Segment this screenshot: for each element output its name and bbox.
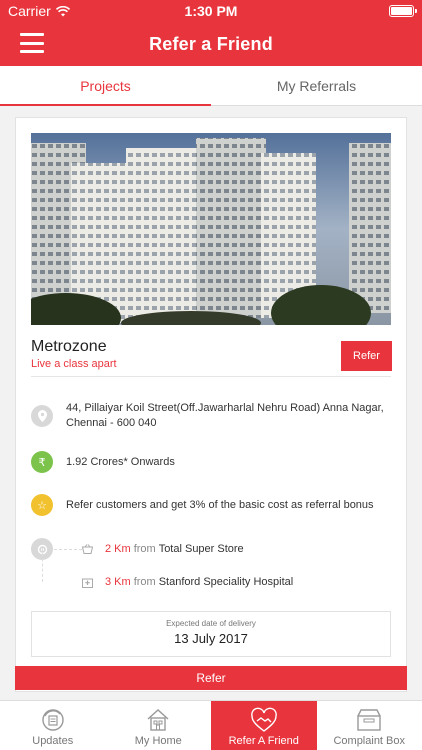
delivery-label: Expected date of delivery [166,619,256,628]
basket-icon [81,543,93,555]
nearby-place: Total Super Store [158,543,244,555]
status-bar: Carrier 1:30 PM [0,0,422,22]
project-card: Metrozone Live a class apart Refer 44, P… [15,117,407,692]
tab-my-referrals[interactable]: My Referrals [211,66,422,105]
tab-bar: Projects My Referrals [0,66,422,106]
bottom-nav: Updates My Home Refer A Friend Complaint… [0,700,422,750]
status-time: 1:30 PM [184,3,238,19]
handshake-icon [250,707,277,732]
delivery-box: Expected date of delivery 13 July 2017 [31,611,391,657]
rupee-icon: ₹ [31,451,53,473]
divider [31,376,391,377]
hospital-icon [81,576,93,588]
bottom-tab-complaint-box[interactable]: Complaint Box [317,701,422,750]
address-row: 44, Pillaiyar Koil Street(Off.Jawarharla… [31,401,386,431]
nearby-item: 3 Km from Stanford Speciality Hospital [81,576,293,588]
address-text: 44, Pillaiyar Koil Street(Off.Jawarharla… [66,402,384,429]
nearby-connector [42,548,43,582]
bonus-text: Refer customers and get 3% of the basic … [66,498,374,511]
nearby-connector [54,549,82,550]
refer-button[interactable]: Refer [341,341,392,371]
project-name: Metrozone [31,338,107,355]
price-text: 1.92 Crores* Onwards [66,455,175,468]
menu-icon[interactable] [20,33,44,53]
delivery-date: 13 July 2017 [174,631,248,646]
nearby-item: 2 Km from Total Super Store [81,543,244,555]
nearby-place: Stanford Speciality Hospital [158,576,294,588]
page-title: Refer a Friend [149,33,273,54]
bottom-tab-my-home[interactable]: My Home [106,701,212,750]
app-header: Carrier 1:30 PM Refer a Friend [0,0,422,66]
bottom-tab-updates[interactable]: Updates [0,701,106,750]
nearby-distance: 2 Km [105,543,131,555]
price-row: ₹ 1.92 Crores* Onwards [31,451,175,473]
home-icon [147,709,169,731]
project-photo [31,133,391,325]
bonus-row: ☆ Refer customers and get 3% of the basi… [31,494,374,516]
updates-icon [42,709,64,731]
nearby-distance: 3 Km [105,576,131,588]
box-icon [357,709,381,731]
refer-bottom-button[interactable]: Refer [15,666,407,690]
project-tagline: Live a class apart [31,358,117,370]
star-icon: ☆ [31,494,53,516]
tab-projects[interactable]: Projects [0,66,211,106]
battery-icon [389,5,417,17]
location-pin-icon [31,405,53,427]
bottom-tab-refer-a-friend[interactable]: Refer A Friend [211,701,317,750]
